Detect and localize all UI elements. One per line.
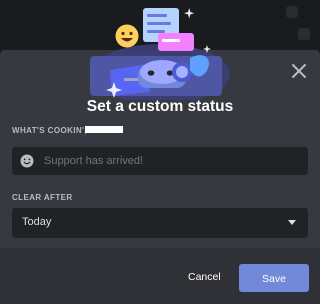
clear-after-value: Today: [22, 216, 52, 228]
clear-after-label: Clear after: [12, 193, 73, 202]
save-button[interactable]: Save: [239, 264, 309, 292]
status-field-label: What's cookin',: [12, 126, 87, 135]
status-text-field[interactable]: [42, 154, 308, 168]
custom-status-input[interactable]: [12, 147, 308, 175]
chevron-down-icon: [288, 220, 296, 225]
username-redaction: [85, 126, 123, 133]
clear-after-select[interactable]: Today: [12, 208, 308, 238]
modal-title: Set a custom status: [86, 98, 234, 115]
hero-illustration: [90, 8, 230, 100]
cancel-button[interactable]: Cancel: [182, 266, 226, 286]
emoji-icon[interactable]: [20, 154, 34, 168]
close-icon[interactable]: [288, 60, 310, 82]
